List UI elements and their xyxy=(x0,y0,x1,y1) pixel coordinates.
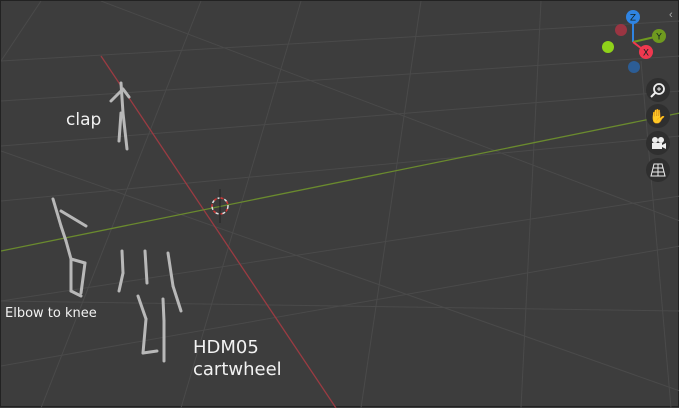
pan-button[interactable]: ✋ xyxy=(646,104,670,128)
zoom-icon xyxy=(650,83,665,98)
floor-grid xyxy=(1,1,679,408)
3d-viewport[interactable]: clap Elbow to knee HDM05 cartwheel Z Y X… xyxy=(0,0,679,408)
camera-icon xyxy=(652,137,666,149)
zoom-button[interactable] xyxy=(646,78,670,102)
pan-hand-icon: ✋ xyxy=(649,107,667,124)
perspective-toggle-button[interactable] xyxy=(646,158,670,182)
annotation-hdm05-cartwheel: HDM05 cartwheel xyxy=(193,337,282,381)
annotation-elbow-to-knee: Elbow to knee xyxy=(5,306,97,321)
armature-clap[interactable] xyxy=(109,81,131,151)
armature-elbow-to-knee[interactable] xyxy=(51,197,88,298)
scene xyxy=(1,1,679,408)
perspective-grid-icon xyxy=(650,163,666,177)
camera-view-button[interactable] xyxy=(646,131,670,155)
annotation-hdm05-line2: cartwheel xyxy=(193,359,282,380)
annotation-clap: clap xyxy=(66,110,102,130)
armature-hdm05-cartwheel[interactable] xyxy=(117,249,183,363)
annotation-hdm05-line1: HDM05 xyxy=(193,337,259,358)
sidebar-toggle-chevron-icon[interactable]: ‹ xyxy=(669,9,679,25)
